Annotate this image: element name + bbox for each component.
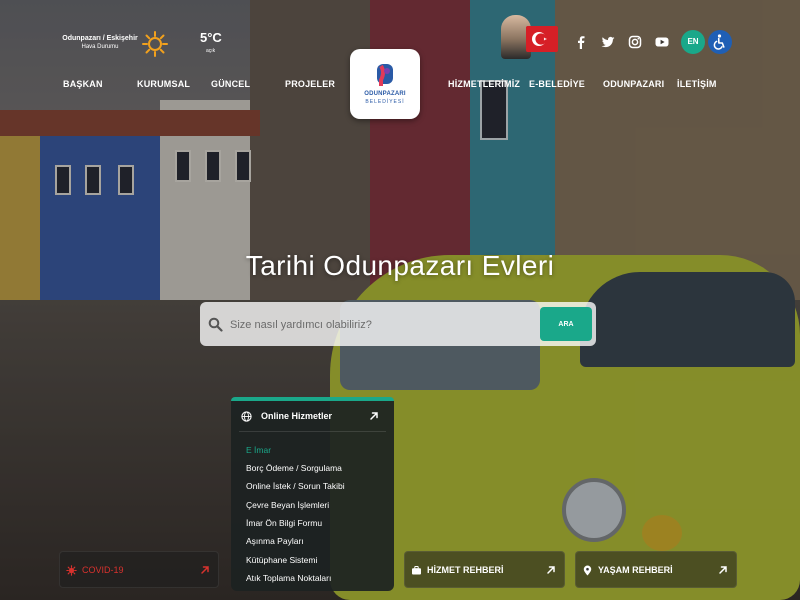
map-pin-icon	[583, 565, 592, 576]
covid-19-label: COVID-19	[82, 565, 124, 575]
online-services-title: Online Hizmetler	[261, 411, 333, 421]
arrow-up-right-icon	[719, 566, 727, 574]
service-item-e-imar[interactable]: E İmar	[246, 445, 271, 455]
online-services-header[interactable]: Online Hizmetler	[231, 401, 394, 431]
online-services-panel: Online Hizmetler E İmar Borç Ödeme / Sor…	[231, 397, 394, 591]
nav-hizmetlerimiz[interactable]: HİZMETLERİMİZ	[448, 79, 520, 89]
search-bar: ARA	[200, 302, 596, 346]
nav-baskan[interactable]: BAŞKAN	[63, 79, 103, 89]
virus-icon	[66, 565, 77, 576]
search-icon	[208, 317, 223, 332]
service-guide-button[interactable]: HİZMET REHBERİ	[404, 551, 565, 588]
weather-condition: açık	[206, 48, 216, 54]
covid-19-button[interactable]: COVID-19	[59, 551, 219, 588]
weather-label: Hava Durumu	[81, 44, 119, 50]
twitter-icon[interactable]	[600, 34, 616, 50]
nav-iletisim[interactable]: İLETİŞİM	[677, 79, 717, 89]
service-item-cevre-beyan[interactable]: Çevre Beyan İşlemleri	[246, 500, 329, 510]
nav-e-belediye[interactable]: E-BELEDİYE	[529, 79, 585, 89]
accessibility-button[interactable]	[708, 30, 732, 54]
nav-odunpazari[interactable]: ODUNPAZARI	[603, 79, 664, 89]
life-guide-button[interactable]: YAŞAM REHBERİ	[575, 551, 737, 588]
language-en-button[interactable]: EN	[681, 30, 705, 54]
weather-widget: Odunpazarı / Eskişehir Hava Durumu 5°C a…	[60, 30, 230, 60]
nav-kurumsal[interactable]: KURUMSAL	[137, 79, 190, 89]
logo-text-line2: BELEDİYESİ	[365, 99, 405, 105]
service-item-kutuphane[interactable]: Kütüphane Sistemi	[246, 555, 317, 565]
panel-divider	[239, 431, 386, 432]
hero-title: Tarihi Odunpazarı Evleri	[245, 250, 555, 281]
turkish-flag-icon	[526, 26, 558, 52]
logo-text-line1: ODUNPAZARI	[364, 91, 406, 97]
briefcase-icon	[412, 566, 421, 575]
youtube-icon[interactable]	[654, 34, 670, 50]
nav-guncel[interactable]: GÜNCEL	[211, 79, 250, 89]
globe-icon	[241, 411, 252, 422]
arrow-up-right-icon	[370, 412, 378, 420]
wheelchair-icon	[713, 34, 725, 50]
weather-location: Odunpazarı / Eskişehir	[62, 35, 138, 42]
nav-projeler[interactable]: PROJELER	[285, 79, 335, 89]
service-item-atik-toplama[interactable]: Atık Toplama Noktaları	[246, 573, 331, 583]
search-button[interactable]: ARA	[540, 307, 592, 341]
instagram-icon[interactable]	[627, 34, 643, 50]
service-item-imar-on-bilgi[interactable]: İmar Ön Bilgi Formu	[246, 518, 322, 528]
municipality-logo[interactable]: ODUNPAZARI BELEDİYESİ	[350, 49, 420, 119]
facebook-icon[interactable]	[573, 34, 589, 50]
logo-mark-icon	[377, 64, 393, 86]
service-guide-label: HİZMET REHBERİ	[427, 565, 504, 575]
sun-icon	[142, 31, 168, 57]
arrow-up-right-icon	[201, 566, 209, 574]
service-item-online-istek[interactable]: Online İstek / Sorun Takibi	[246, 481, 345, 491]
search-input[interactable]	[230, 314, 530, 336]
service-item-borc-odeme[interactable]: Borç Ödeme / Sorgulama	[246, 463, 342, 473]
service-item-asinma-paylari[interactable]: Aşınma Payları	[246, 536, 304, 546]
life-guide-label: YAŞAM REHBERİ	[598, 565, 673, 575]
temperature: 5°C	[200, 30, 222, 45]
arrow-up-right-icon	[547, 566, 555, 574]
